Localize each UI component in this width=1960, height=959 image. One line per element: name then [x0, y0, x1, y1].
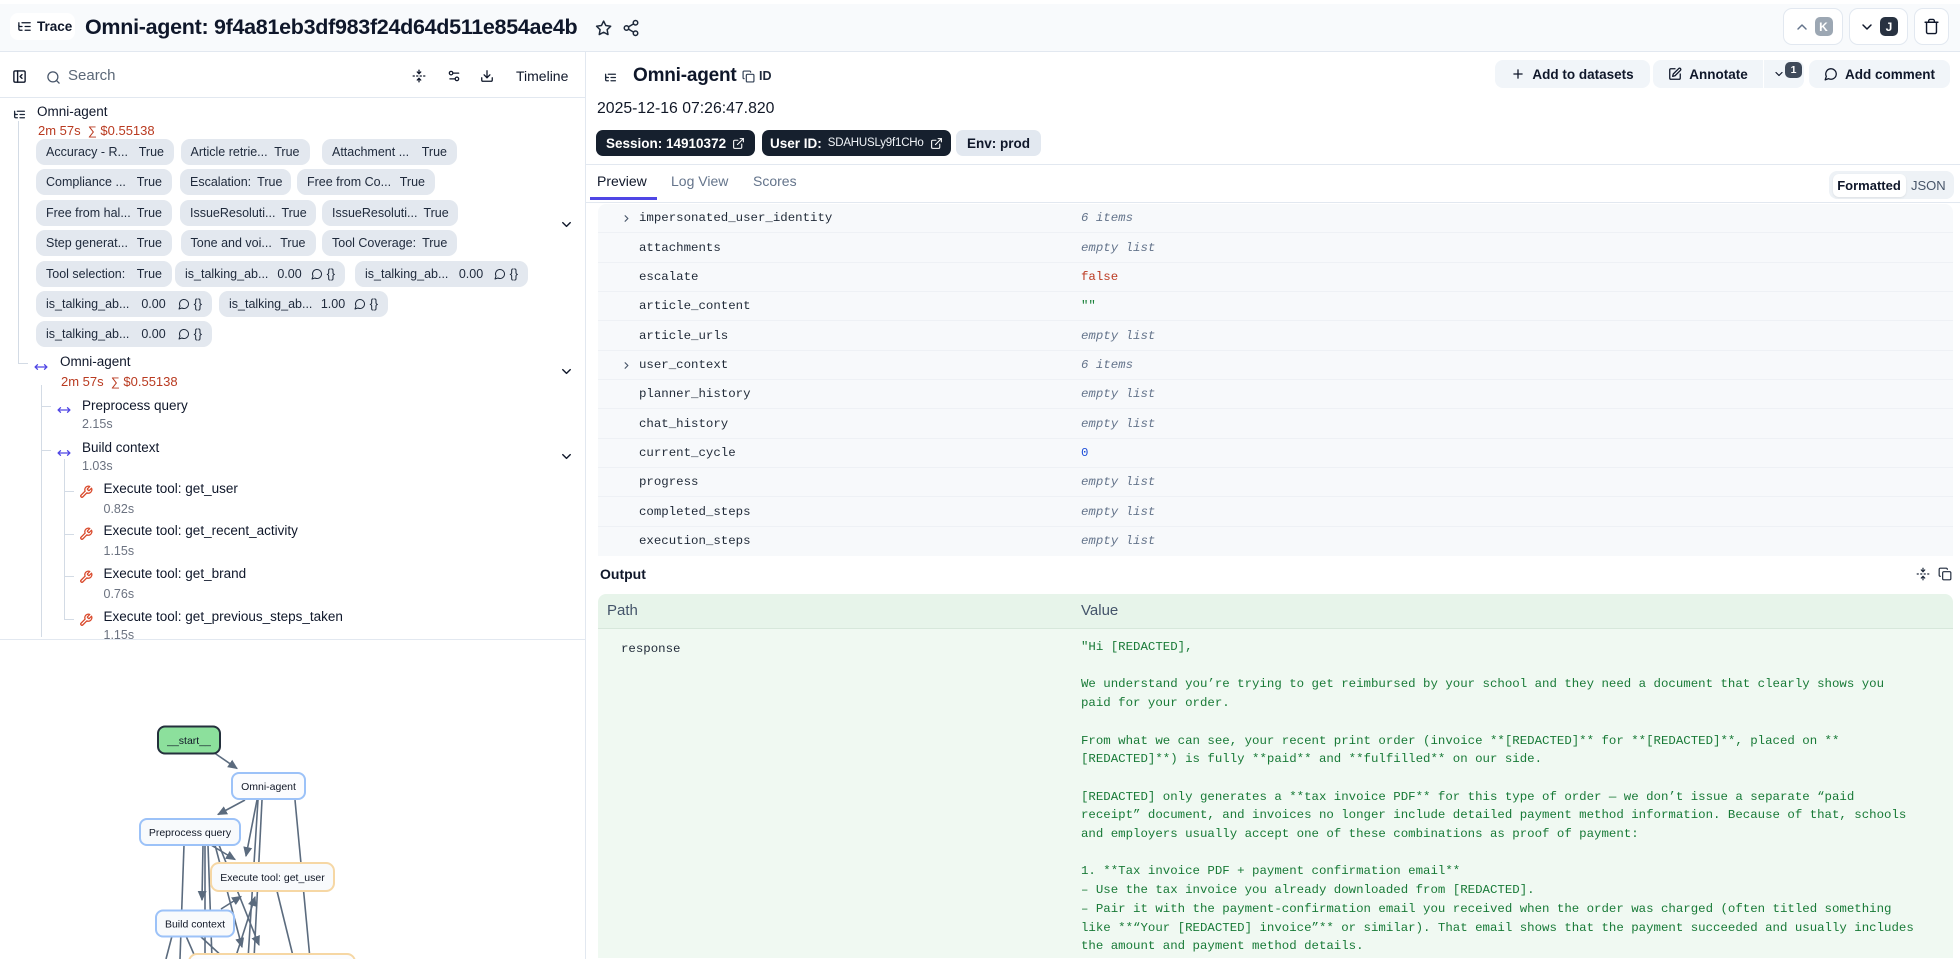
svg-text:Omni-agent: Omni-agent [241, 781, 296, 793]
svg-text:Build context: Build context [165, 919, 225, 931]
svg-text:Preprocess query: Preprocess query [149, 827, 232, 839]
svg-text:Execute tool: get_user: Execute tool: get_user [220, 872, 325, 884]
svg-text:__start__: __start__ [166, 735, 211, 747]
